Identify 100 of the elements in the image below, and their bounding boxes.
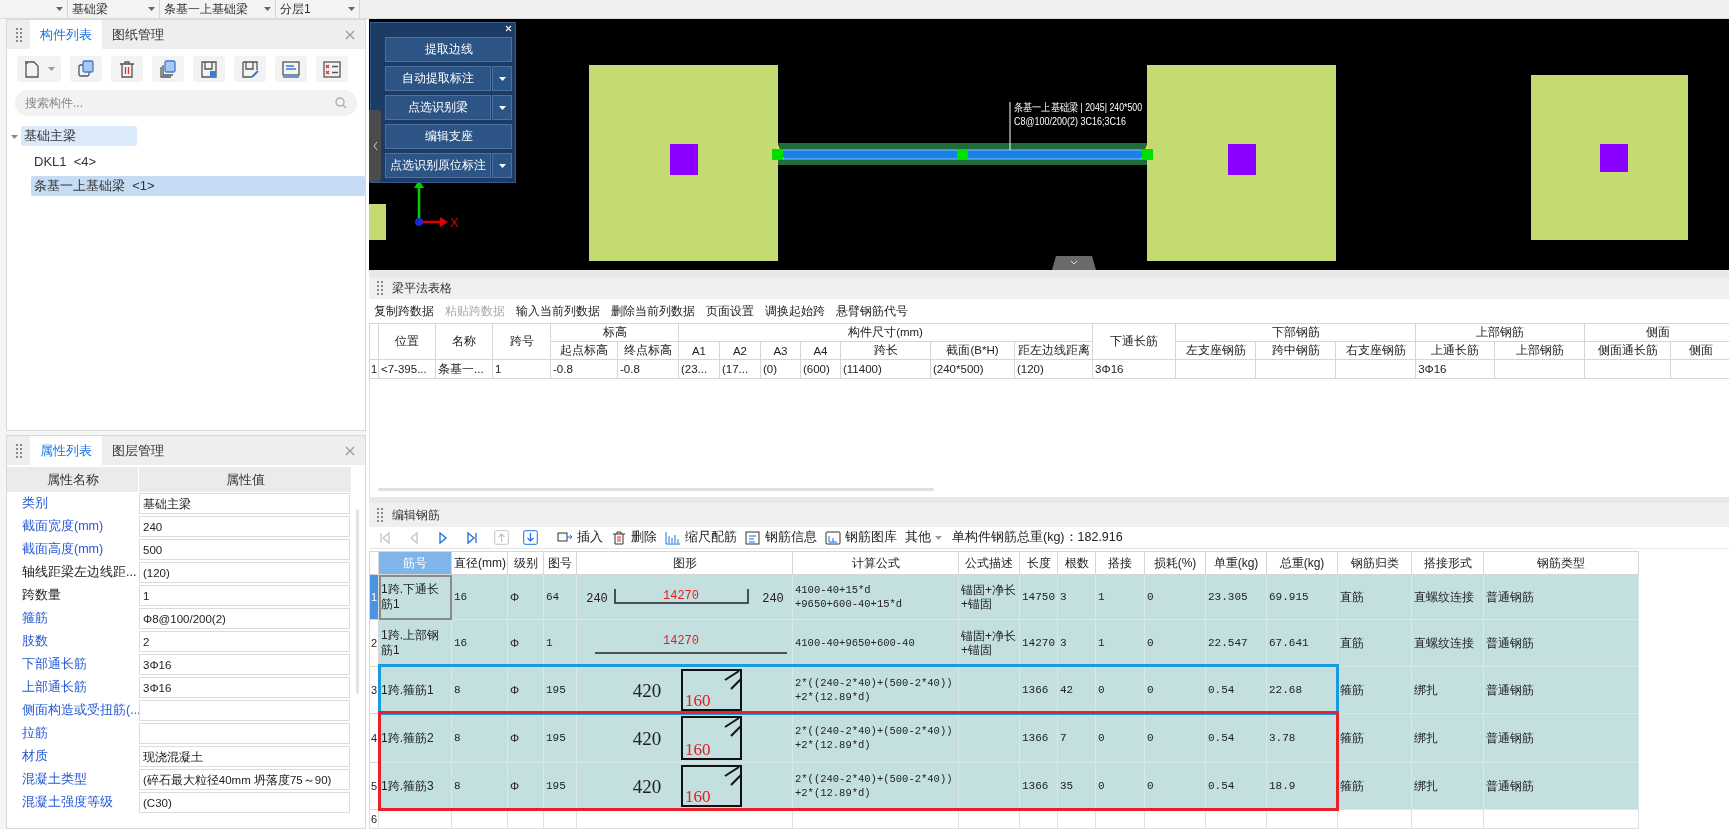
rebar-info-button[interactable]: 钢筋信息 (745, 529, 817, 546)
delete-button[interactable]: 删除 (611, 529, 657, 546)
table-cell: 1 (492, 359, 551, 379)
search-icon[interactable] (335, 97, 347, 109)
tree-item[interactable]: DKL1 <4> (31, 152, 365, 172)
dimension-label: 160 (685, 740, 711, 759)
property-name: 混凝土类型 (21, 771, 88, 788)
tab[interactable]: 图层管理 (102, 436, 174, 465)
toolbar-button[interactable]: 输入当前列数据 (516, 302, 600, 320)
table-cell: 23.305 (1205, 574, 1267, 620)
property-name: 类别 (21, 495, 49, 512)
property-value-field[interactable] (139, 723, 350, 744)
toolbar-button[interactable]: 删除当前列数据 (611, 302, 695, 320)
property-name: 上部通长筋 (21, 679, 88, 696)
property-value-field[interactable]: Φ8@100/200(2) (139, 608, 350, 629)
property-value-field[interactable]: 现浇混凝土 (139, 746, 350, 767)
dimension-label: 420 (632, 680, 662, 701)
table-cell: 普通钢筋 (1483, 574, 1639, 620)
property-value-field[interactable]: (120) (139, 562, 350, 583)
column-header: 图形 (576, 551, 793, 575)
duplicate-icon (158, 59, 178, 79)
duplicate-button[interactable] (152, 56, 184, 82)
property-value-field[interactable]: 3Φ16 (139, 654, 350, 675)
table-cell: 箍筋 (1337, 713, 1412, 763)
last-icon (465, 530, 479, 545)
column-marker (670, 144, 698, 175)
column-header: 搭接形式 (1411, 551, 1484, 575)
search-field[interactable]: 搜索构件... (15, 90, 357, 116)
column-header: 总重(kg) (1266, 551, 1338, 575)
property-value-field[interactable]: 500 (139, 539, 350, 560)
column-header: 标高 (550, 323, 679, 342)
toolbar-button[interactable]: 复制跨数据 (374, 302, 434, 320)
property-value-field[interactable]: 1 (139, 585, 350, 606)
row-number: 1 (369, 574, 379, 620)
property-value-field[interactable] (139, 700, 350, 721)
panel-title: 梁平法表格 (392, 279, 452, 297)
column-header: 构件尺寸(mm) (678, 323, 1093, 342)
property-name: 肢数 (21, 633, 49, 650)
property-value-field[interactable]: (C30) (139, 792, 350, 813)
column-header: 公式描述 (958, 551, 1020, 575)
table-cell: 69.915 (1266, 574, 1338, 620)
column-header: 下通长筋 (1092, 323, 1176, 360)
copy-button[interactable] (70, 56, 102, 82)
table-cell: (120) (1014, 359, 1093, 379)
trash-icon (117, 59, 137, 79)
toolbar-button[interactable]: 悬臂钢筋代号 (836, 302, 908, 320)
table-cell: (0) (760, 359, 801, 379)
caret-icon (264, 7, 271, 11)
dimension-label: 420 (632, 728, 662, 749)
menu-button[interactable] (492, 66, 512, 91)
tool-button[interactable]: 提取边线 (385, 37, 512, 62)
table-cell: 3 (1057, 574, 1096, 620)
toolbar-button[interactable]: 调换起始跨 (765, 302, 825, 320)
tab[interactable]: 图纸管理 (102, 20, 174, 49)
drag-handle-icon (377, 281, 383, 295)
caret-icon (498, 76, 506, 81)
table-cell: 14750 (1019, 574, 1058, 620)
toolbar-button[interactable]: 页面设置 (706, 302, 754, 320)
table-cell: 0 (1144, 713, 1206, 763)
tree-item[interactable]: 条基一上基础梁 <1> (31, 176, 365, 196)
tool-button[interactable]: 自动提取标注 (385, 66, 491, 91)
table-cell: 普通钢筋 (1483, 713, 1639, 763)
property-value-field[interactable]: 基础主梁 (139, 493, 350, 514)
tab[interactable]: 构件列表 (30, 20, 102, 49)
menu-button[interactable] (492, 153, 512, 178)
expand-caret-icon[interactable] (11, 132, 18, 140)
property-name: 箍筋 (21, 610, 49, 627)
new-button[interactable] (17, 56, 61, 82)
tool-button[interactable]: 点选识别梁 (385, 95, 491, 120)
edit-icon (240, 59, 260, 79)
dimension-label: 240 (586, 592, 608, 606)
rebar-library-button[interactable]: 钢筋图库 (825, 529, 897, 546)
tool-button[interactable]: 编辑支座 (385, 124, 512, 149)
move-down-button[interactable] (520, 527, 540, 548)
table-cell: 0 (1144, 574, 1206, 620)
property-value-field[interactable]: 2 (139, 631, 350, 652)
menu-button[interactable] (492, 95, 512, 120)
beam-label: 条基一上基础梁 | 2045| 240*500 (1014, 101, 1168, 113)
more-dropdown[interactable]: 其他 (905, 529, 942, 546)
tree-item[interactable]: 基础主梁 (21, 126, 137, 146)
edit-button[interactable] (234, 56, 266, 82)
property-value-field[interactable]: (碎石最大粒径40mm 坍落度75～90) (139, 769, 350, 790)
tool-button[interactable]: 点选识别原位标注 (385, 153, 491, 178)
panel-title: 编辑钢筋 (392, 506, 440, 524)
dimension-label: 240 (762, 592, 784, 606)
drag-handle-icon (16, 443, 22, 458)
insert-button[interactable]: 插入 (557, 529, 603, 546)
table-cell: 3Φ16 (1415, 359, 1495, 379)
scale-rebar-button[interactable]: 缩尺配筋 (665, 529, 737, 546)
column-header: 损耗(%) (1144, 551, 1206, 575)
import-button[interactable] (193, 56, 225, 82)
column-header: 侧面 (1584, 323, 1729, 342)
property-value-field[interactable]: 3Φ16 (139, 677, 350, 698)
collapse-tab[interactable] (1052, 256, 1096, 270)
delete-button[interactable] (111, 56, 143, 82)
tab[interactable]: 属性列表 (30, 436, 102, 465)
property-value-field[interactable]: 240 (139, 516, 350, 537)
list-button[interactable] (316, 56, 348, 82)
column-header: 上部钢筋 (1415, 323, 1585, 342)
align-button[interactable] (275, 56, 307, 82)
